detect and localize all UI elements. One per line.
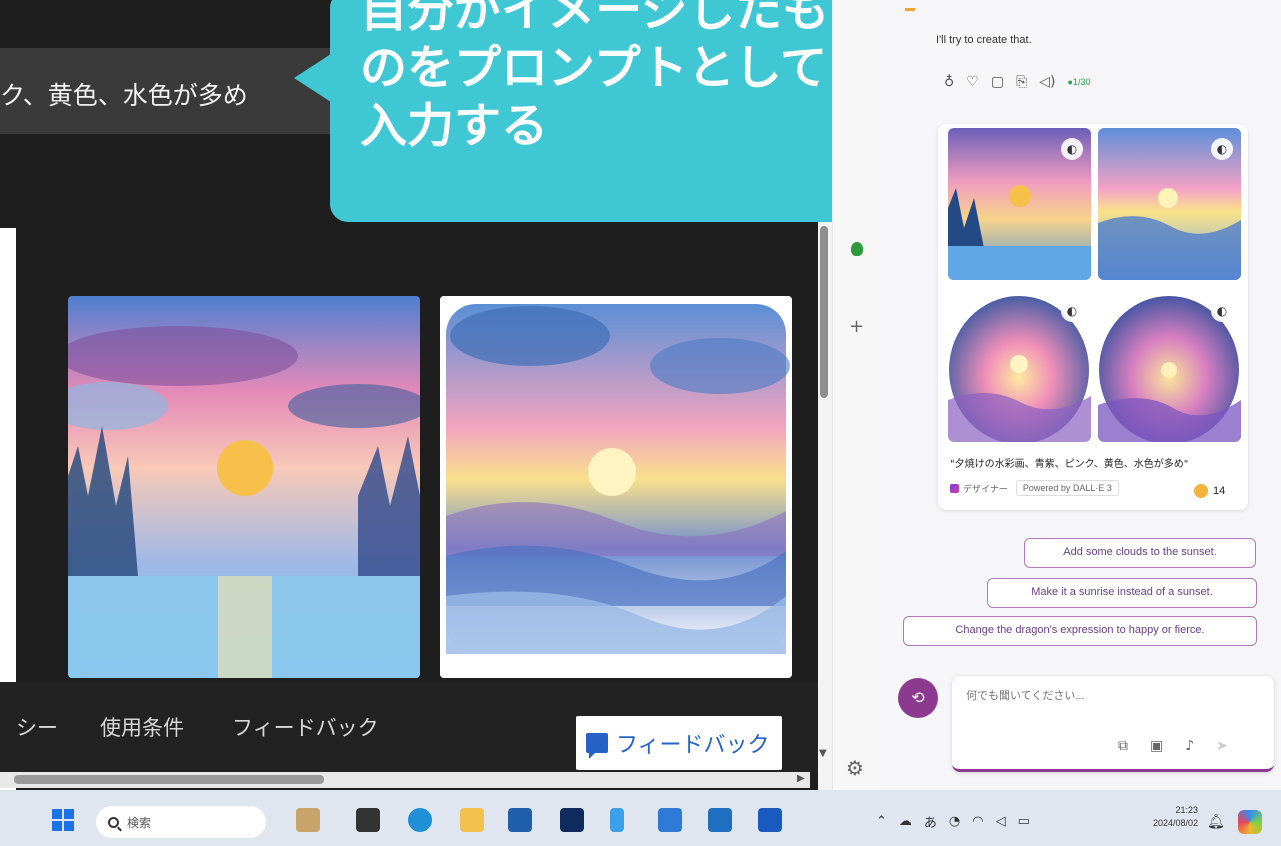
volume-icon[interactable]: ◁ <box>996 814 1006 829</box>
footer-link-privacy[interactable]: シー <box>16 712 58 742</box>
boost-counter: 14 <box>1194 484 1225 498</box>
assistant-reply-text: I'll try to create that. <box>936 34 1032 46</box>
thumbnail-menu-icon[interactable]: ◐ <box>1061 138 1083 160</box>
generated-image-2[interactable] <box>440 296 792 678</box>
tree-icon[interactable] <box>851 242 863 256</box>
new-topic-button[interactable]: ⟲ <box>898 678 938 718</box>
image-thumbnail-1[interactable]: ◐ <box>948 128 1091 280</box>
outlook-icon[interactable] <box>658 808 682 832</box>
chat-accent-mark <box>905 8 915 11</box>
speaker-icon[interactable]: ◁) <box>1039 74 1055 90</box>
thumbnail-menu-icon[interactable]: ◐ <box>1061 300 1083 322</box>
store-icon[interactable] <box>508 808 532 832</box>
power-automate-icon[interactable] <box>610 808 624 832</box>
microphone-icon[interactable]: ♪ <box>1185 738 1194 754</box>
battery-saver-icon[interactable]: ◔ <box>949 814 960 829</box>
image-upload-icon[interactable]: ⧉ <box>1118 738 1128 754</box>
image-thumbnail-3[interactable]: ◐ <box>948 290 1091 442</box>
image-thumbnail-4[interactable]: ◐ <box>1098 290 1241 442</box>
thumbs-down-icon[interactable]: ♡ <box>966 74 979 90</box>
feedback-icon <box>586 733 608 759</box>
callout-tail <box>294 52 334 104</box>
thumbs-up-icon[interactable]: ♁ <box>944 74 954 90</box>
callout-text: 自分がイメージしたものをプロンプトとして入力する <box>360 0 830 154</box>
sidebar-rail <box>832 0 880 790</box>
word-icon[interactable] <box>758 808 782 832</box>
image-prompt-caption: "夕焼けの水彩画、青紫、ピンク、黄色、水色が多め" <box>950 459 1189 470</box>
file-explorer-icon[interactable] <box>460 808 484 832</box>
image-card-footer: デザイナー Powered by DALL·E 3 <box>950 480 1119 496</box>
designer-icon <box>950 483 959 493</box>
edge-browser-icon[interactable] <box>408 808 432 832</box>
scroll-right-arrow-icon[interactable]: ▶ <box>797 773 805 784</box>
scroll-down-arrow-icon[interactable]: ▼ <box>819 748 827 759</box>
horizontal-scrollbar-thumb[interactable] <box>14 775 324 784</box>
chat-input[interactable] <box>966 690 1256 702</box>
send-icon[interactable]: ➤ <box>1216 738 1228 754</box>
copilot-icon[interactable] <box>1238 810 1262 834</box>
task-view-icon[interactable] <box>356 808 380 832</box>
boost-icon <box>1194 484 1208 498</box>
widgets-icon[interactable] <box>296 808 320 832</box>
system-tray: ⌃ ☁ あ ◔ ◠ ◁ ▭ <box>876 812 1030 831</box>
feedback-button[interactable]: フィードバック <box>576 716 782 770</box>
taskbar-clock[interactable]: 21:23 2024/08/02 <box>1126 804 1198 830</box>
generated-image-1[interactable] <box>68 296 420 678</box>
reply-actions: ♁ ♡ ▢ ⎘ ◁) ●1/30 <box>944 74 1090 90</box>
designer-label: デザイナー <box>963 483 1008 494</box>
image-thumbnail-2[interactable]: ◐ <box>1098 128 1241 280</box>
copy-icon[interactable]: ▢ <box>991 74 1004 90</box>
notification-bell-icon[interactable]: 🔔︎ <box>1207 814 1225 830</box>
powered-by-badge: Powered by DALL·E 3 <box>1015 480 1119 496</box>
thumbnail-menu-icon[interactable]: ◐ <box>1211 300 1233 322</box>
suggestion-chip[interactable]: Add some clouds to the sunset. <box>1024 538 1256 568</box>
taskbar-search-box[interactable]: 検索 <box>96 806 266 838</box>
onedrive-icon[interactable]: ☁ <box>899 814 912 829</box>
wifi-icon[interactable]: ◠ <box>972 814 983 829</box>
vertical-scrollbar-thumb[interactable] <box>820 226 828 398</box>
gear-icon[interactable]: ⚙ <box>846 756 864 780</box>
response-counter: ●1/30 <box>1067 77 1091 87</box>
chevron-up-icon[interactable]: ⌃ <box>876 814 887 829</box>
export-icon[interactable]: ⎘ <box>1016 74 1027 90</box>
ime-indicator[interactable]: あ <box>924 812 937 831</box>
suggestion-chip[interactable]: Change the dragon's expression to happy … <box>903 616 1257 646</box>
clock-date: 2024/08/02 <box>1152 818 1198 828</box>
designer-badge[interactable]: デザイナー <box>950 482 1008 495</box>
dropbox-icon[interactable] <box>560 808 584 832</box>
input-toolbar: ⧉ ▣ ♪ ➤ <box>1118 738 1228 754</box>
add-icon[interactable]: + <box>849 316 864 337</box>
search-icon <box>108 816 119 828</box>
boost-count-value: 14 <box>1213 485 1226 497</box>
battery-icon[interactable]: ▭ <box>1018 814 1030 829</box>
windows-start-icon[interactable] <box>52 809 74 831</box>
taskbar-search-placeholder: 検索 <box>127 815 152 830</box>
suggestion-chip[interactable]: Make it a sunrise instead of a sunset. <box>987 578 1257 608</box>
clock-time: 21:23 <box>1175 805 1198 815</box>
footer-link-feedback[interactable]: フィードバック <box>232 712 379 742</box>
screenshot-icon[interactable]: ▣ <box>1150 738 1163 754</box>
feedback-button-label: フィードバック <box>616 733 770 758</box>
thumbnail-menu-icon[interactable]: ◐ <box>1211 138 1233 160</box>
footer-link-terms[interactable]: 使用条件 <box>100 712 184 742</box>
mail-icon[interactable] <box>708 808 732 832</box>
prompt-text[interactable]: ク、黄色、水色が多め <box>0 76 248 112</box>
